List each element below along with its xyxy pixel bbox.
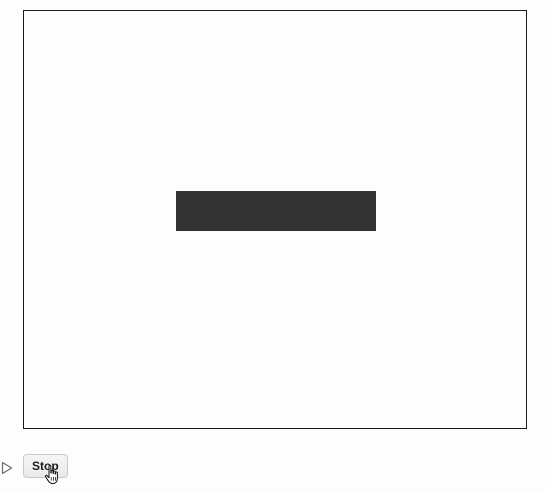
play-outline-icon[interactable] (1, 461, 13, 475)
app-root: Stop (0, 0, 546, 492)
playback-controls: Stop (0, 453, 120, 485)
stop-button[interactable]: Stop (23, 454, 68, 478)
animation-canvas[interactable] (23, 10, 527, 429)
animated-rectangle (176, 191, 376, 231)
